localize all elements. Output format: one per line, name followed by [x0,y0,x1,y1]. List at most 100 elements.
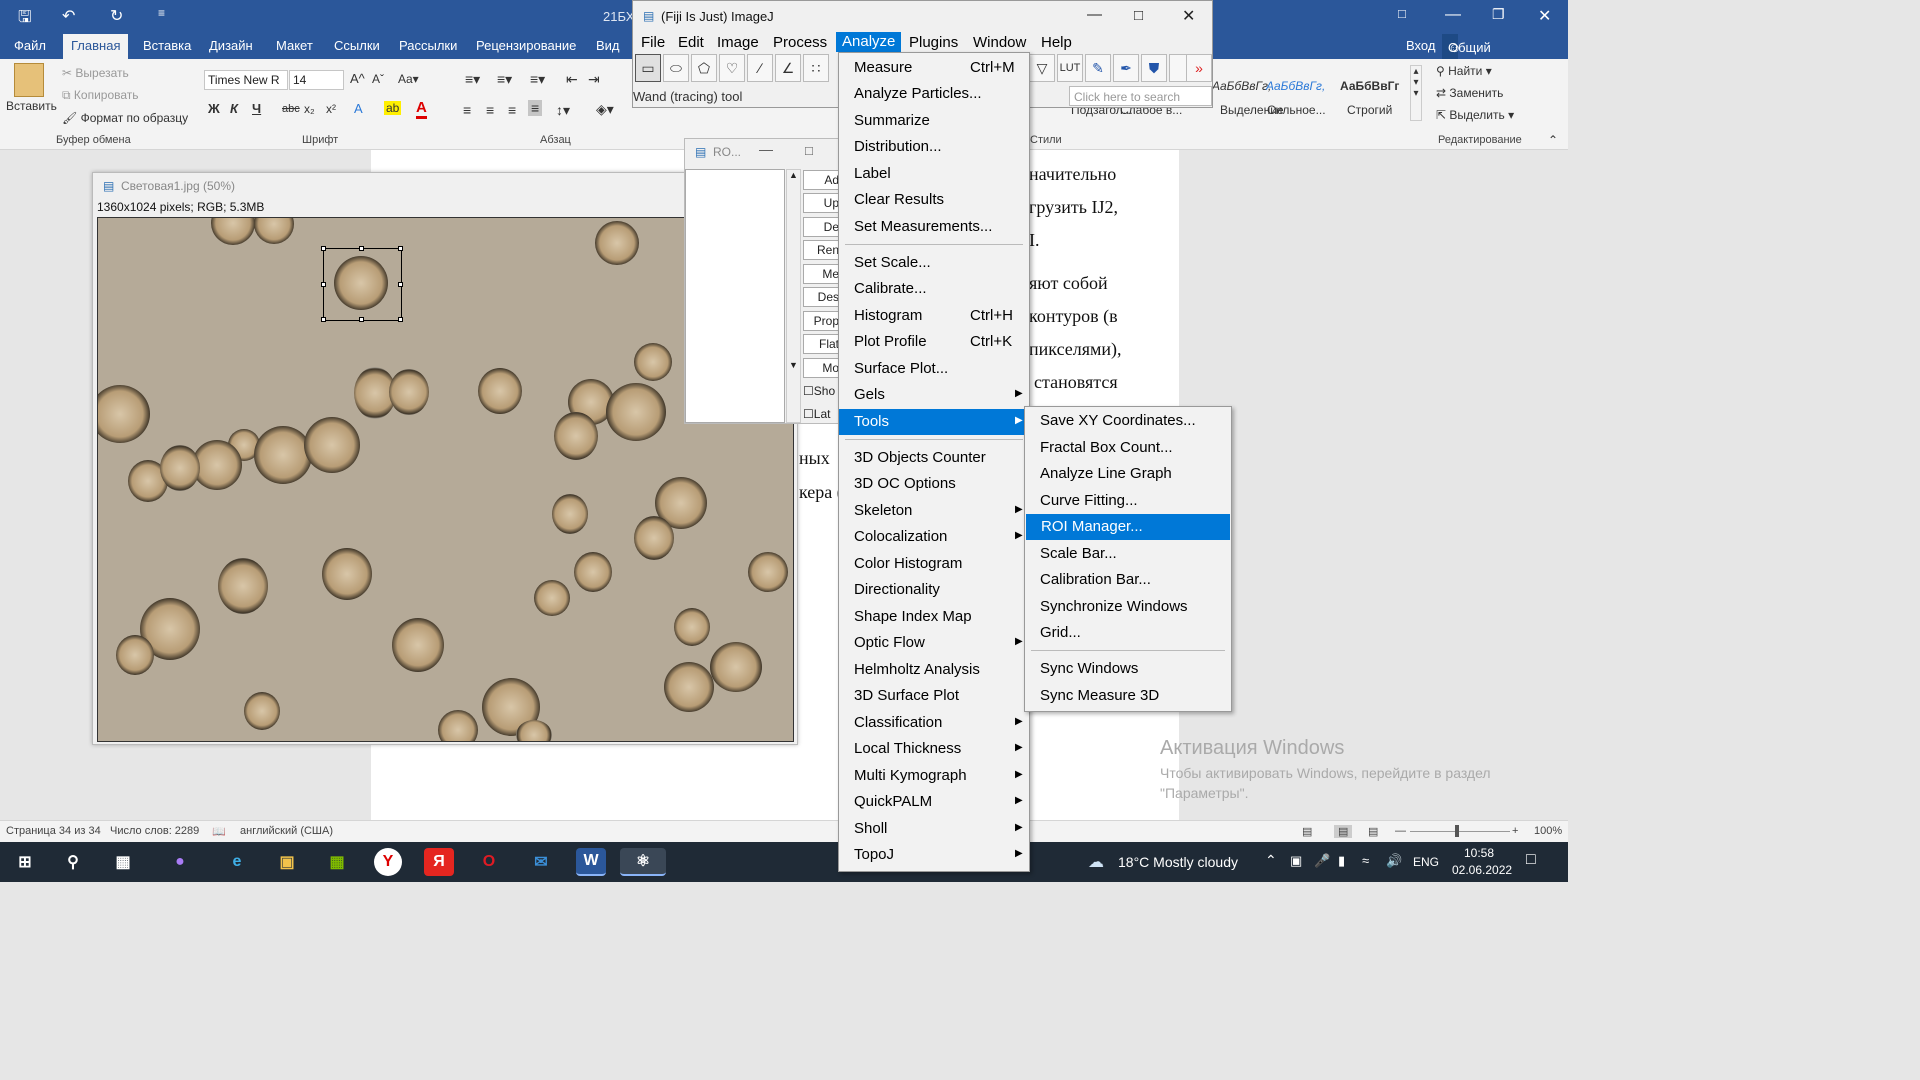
zoom-in-icon[interactable]: + [1512,825,1518,837]
menu-item-set-scale[interactable]: Set Scale... [839,250,1029,276]
roi-handle[interactable] [321,246,326,251]
menu-item-optic-flow[interactable]: Optic Flow ▶ [839,630,1029,656]
menu-item-shape-index-map[interactable]: Shape Index Map [839,604,1029,630]
tab-references[interactable]: Ссылки [334,38,380,53]
minimize-icon[interactable]: — [1445,6,1461,24]
roi-delete-button[interactable]: De [803,217,840,237]
roi-handle[interactable] [398,246,403,251]
highlight-icon[interactable]: ab [384,101,402,115]
roi-properties-button[interactable]: Prop [803,311,840,331]
menu-item-3d-surface-plot[interactable]: 3D Surface Plot [839,683,1029,709]
redo-icon[interactable]: ↻ [110,6,123,26]
wifi-icon[interactable]: ≈ [1362,853,1369,868]
menu-item-scale-bar[interactable]: Scale Bar... [1025,541,1231,567]
font-name-select[interactable]: Times New R [204,70,288,90]
roi-add-button[interactable]: Ad [803,170,840,190]
read-mode-icon[interactable]: ▤ [1302,825,1312,838]
menu-analyze[interactable]: Analyze [836,32,902,52]
proofing-icon[interactable]: 📖 [212,825,226,838]
tab-file[interactable]: Файл [14,38,46,53]
menu-item-summarize[interactable]: Summarize [839,108,1029,134]
yandex-browser-icon[interactable]: Y [374,848,402,876]
menu-item-local-thickness[interactable]: Local Thickness ▶ [839,736,1029,762]
justify-icon[interactable]: ≡ [528,100,543,116]
tab-insert[interactable]: Вставка [143,38,191,53]
roi-list-scrollbar[interactable]: ▲ ▼ [786,169,801,423]
menu-item-plot-profile[interactable]: Plot Profile Ctrl+K [839,329,1029,355]
menu-item-calibration-bar[interactable]: Calibration Bar... [1025,567,1231,593]
roi-list[interactable] [685,169,785,423]
menu-item-directionality[interactable]: Directionality [839,577,1029,603]
imagej-search-input[interactable]: Click here to search [1069,86,1212,106]
menu-item-sync-measure-3d[interactable]: Sync Measure 3D [1025,683,1231,709]
shading-icon[interactable]: ◈▾ [596,101,614,118]
menu-item-3d-objects-counter[interactable]: 3D Objects Counter [839,445,1029,471]
style-strong[interactable]: Строгий [1347,103,1392,117]
menu-item-clear-results[interactable]: Clear Results [839,187,1029,213]
close-icon[interactable]: ✕ [1182,6,1195,26]
undo-icon[interactable]: ↶ [62,6,75,26]
menu-item-sync-windows[interactable]: Sync Windows [1025,656,1231,682]
subscript-button[interactable]: x₂ [304,102,315,116]
lut-menu-icon[interactable]: LUT [1057,54,1083,82]
roi-handle[interactable] [321,282,326,287]
zoom-out-icon[interactable]: — [1395,825,1406,837]
language-status[interactable]: английский (США) [240,825,333,837]
page-count[interactable]: Страница 34 из 34 [6,825,101,837]
menu-edit[interactable]: Edit [678,34,704,51]
bold-button[interactable]: Ж [208,101,220,116]
brush-tool-icon[interactable]: ✒ [1113,54,1139,82]
menu-image[interactable]: Image [717,34,759,51]
tray-app-icon[interactable]: ▣ [1290,853,1302,869]
signin-link[interactable]: Вход [1406,38,1435,53]
roi-show-all-checkbox[interactable]: ☐Sho [803,384,835,398]
paste-button[interactable]: Вставить [6,99,57,113]
microphone-icon[interactable]: 🎤 [1314,853,1330,869]
alice-icon[interactable]: ● [165,848,195,876]
multilevel-list-icon[interactable]: ≡▾ [530,71,545,88]
align-center-icon[interactable]: ≡ [486,102,494,118]
font-size-select[interactable]: 14 [289,70,344,90]
fiji-taskbar-icon[interactable]: ⚛ [620,848,666,876]
collapse-ribbon-icon[interactable]: ⌃ [1548,133,1558,147]
clock-time[interactable]: 10:58 [1464,846,1494,860]
polygon-tool-icon[interactable]: ⬠ [691,54,717,82]
roi-handle[interactable] [359,317,364,322]
rectangle-tool-icon[interactable]: ▭ [635,54,661,82]
word-taskbar-icon[interactable]: W [576,848,606,876]
roi-handle[interactable] [359,246,364,251]
menu-item-analyze-line-graph[interactable]: Analyze Line Graph [1025,461,1231,487]
superscript-button[interactable]: x² [326,102,336,116]
align-left-icon[interactable]: ≡ [463,102,471,118]
more-tools-icon[interactable]: » [1186,54,1212,82]
minimize-icon[interactable]: — [1087,6,1102,23]
search-icon[interactable]: ⚲ [58,848,88,876]
task-view-icon[interactable]: ▦ [108,848,138,876]
zoom-slider[interactable] [1410,831,1510,832]
menu-item-label[interactable]: Label [839,161,1029,187]
numbering-icon[interactable]: ≡▾ [497,71,512,88]
tab-layout[interactable]: Макет [276,38,313,53]
menu-item-helmholtz-analysis[interactable]: Helmholtz Analysis [839,657,1029,683]
roi-handle[interactable] [321,317,326,322]
roi-more-button[interactable]: Mo [803,358,840,378]
freehand-tool-icon[interactable]: ♡ [719,54,745,82]
roi-handle[interactable] [398,282,403,287]
style-intense[interactable]: Сильное... [1267,103,1326,117]
menu-file[interactable]: File [641,34,665,51]
select-button[interactable]: ⇱ Выделить ▾ [1436,108,1514,122]
style-preview-2[interactable]: АаБбВвГг, [1266,79,1325,93]
input-language[interactable]: ENG [1413,855,1439,869]
menu-item-tools[interactable]: Tools ▶ [839,409,1029,435]
menu-process[interactable]: Process [773,34,827,51]
edge-icon[interactable]: e [222,848,252,876]
strikethrough-button[interactable]: abc [282,103,300,115]
menu-window[interactable]: Window [973,34,1026,51]
tab-mailings[interactable]: Рассылки [399,38,457,53]
weather-text[interactable]: 18°C Mostly cloudy [1118,854,1238,870]
shrink-font-icon[interactable]: Aˇ [372,72,384,86]
menu-item-skeleton[interactable]: Skeleton ▶ [839,498,1029,524]
tab-review[interactable]: Рецензирование [476,38,576,53]
style-preview-3[interactable]: АаБбВвГг [1340,79,1399,93]
customize-toolbar-icon[interactable]: ≡ [158,6,165,20]
